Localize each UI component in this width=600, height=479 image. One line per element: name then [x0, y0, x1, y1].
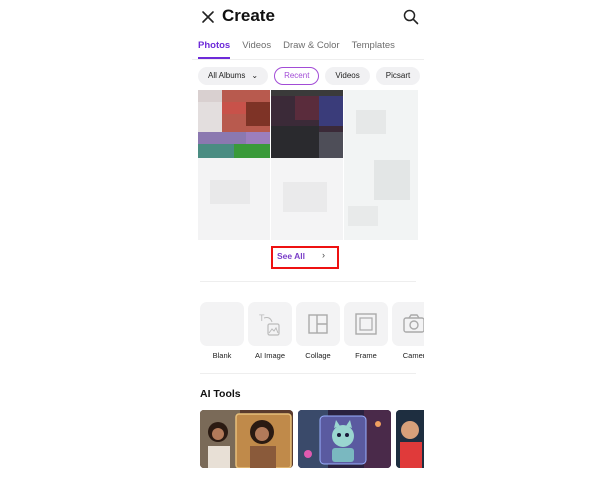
photo-block [198, 132, 246, 144]
ai-tool-card[interactable] [298, 410, 391, 468]
tab-photos[interactable]: Photos [198, 40, 231, 60]
ai-tool-card[interactable] [396, 410, 424, 468]
option-label: AI Image [254, 351, 285, 360]
see-all-button[interactable]: See All › [271, 246, 339, 269]
close-icon [202, 11, 214, 23]
chevron-right-icon: › [322, 250, 325, 260]
option-label: Collage [305, 351, 331, 360]
photo-block [356, 110, 386, 134]
photo-block [198, 144, 234, 158]
tab-bar: Photos Videos Draw & Color Templates [198, 40, 395, 60]
header: Create [192, 0, 424, 34]
option-blank[interactable]: Blank [200, 302, 244, 360]
ai-tools-carousel [200, 410, 424, 468]
see-all-label: See All [277, 251, 306, 261]
section-divider [200, 373, 416, 374]
option-label: Frame [355, 351, 377, 360]
photo-block [198, 90, 222, 102]
chip-videos[interactable]: Videos [325, 67, 370, 85]
chip-recent[interactable]: Recent [274, 67, 320, 85]
create-options-row: Blank T AI Image Collage Frame Camer [200, 302, 424, 364]
ai-tools-heading: AI Tools [200, 388, 241, 400]
tab-templates[interactable]: Templates [352, 40, 395, 60]
photo-block [319, 132, 343, 158]
option-label: Camer [402, 351, 424, 360]
search-icon [403, 9, 419, 25]
tab-draw-color[interactable]: Draw & Color [283, 40, 340, 60]
album-dropdown-label: All Albums [208, 71, 246, 80]
blank-canvas-icon [200, 302, 244, 346]
collage-icon [296, 302, 340, 346]
photo-block [374, 160, 410, 200]
chevron-down-icon: ⌄ [251, 71, 259, 80]
option-ai-image[interactable]: T AI Image [248, 302, 292, 360]
section-divider [200, 281, 416, 282]
ai-tool-preview [396, 410, 424, 468]
photo-block [246, 132, 270, 144]
photo-block [234, 144, 270, 158]
close-button[interactable] [200, 9, 216, 25]
create-screen: Create Photos Videos Draw & Color Templa… [192, 0, 424, 479]
frame-icon [344, 302, 388, 346]
ai-tool-preview [200, 410, 293, 468]
option-frame[interactable]: Frame [344, 302, 388, 360]
camera-icon [392, 302, 424, 346]
tab-videos[interactable]: Videos [242, 40, 271, 60]
photo-block [198, 102, 222, 132]
photo-block [246, 102, 270, 126]
chip-picsart[interactable]: Picsart [375, 67, 421, 85]
search-button[interactable] [402, 8, 420, 26]
ai-tool-card[interactable] [200, 410, 293, 468]
filter-chips: All Albums ⌄ Recent Videos Picsart [198, 67, 421, 85]
photo-block [283, 182, 327, 212]
photo-block [319, 96, 343, 126]
option-label: Blank [212, 351, 232, 360]
album-dropdown[interactable]: All Albums ⌄ [198, 67, 269, 85]
photo-block [348, 206, 378, 226]
ai-image-icon: T [248, 302, 292, 346]
photo-block [210, 180, 250, 204]
option-camera[interactable]: Camer [392, 302, 424, 360]
option-collage[interactable]: Collage [296, 302, 340, 360]
photo-block [222, 102, 246, 114]
ai-tool-preview [298, 410, 391, 468]
photo-block [295, 96, 319, 120]
photo-block [271, 126, 319, 158]
page-title: Create [222, 6, 275, 25]
recent-photos-grid[interactable] [198, 90, 418, 240]
tabs-divider [192, 59, 424, 60]
